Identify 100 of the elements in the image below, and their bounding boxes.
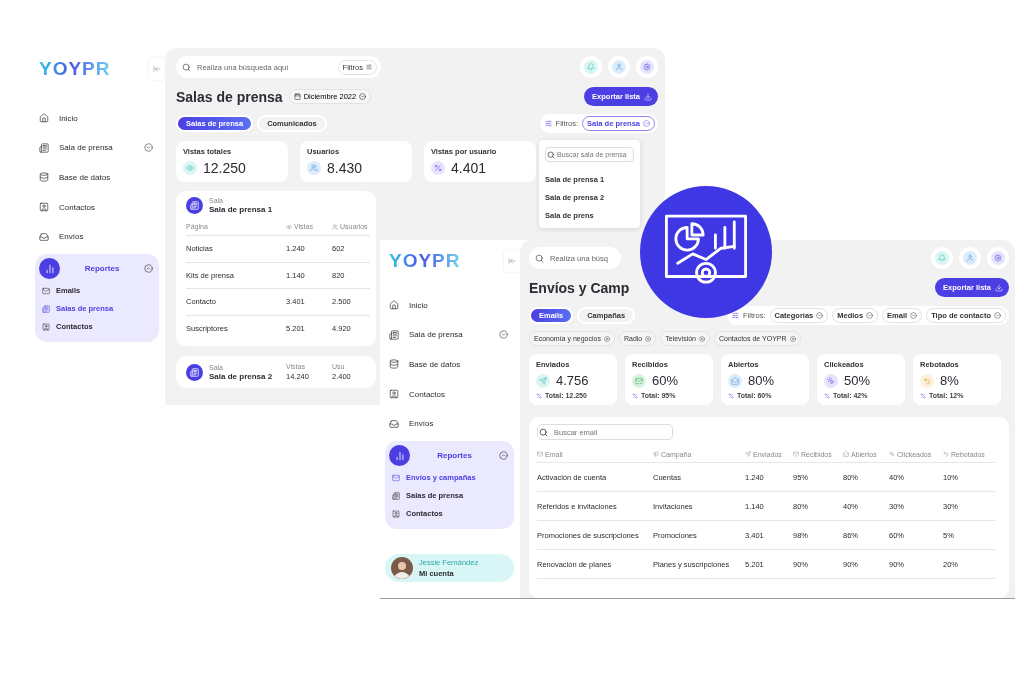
percent-icon bbox=[920, 392, 926, 399]
stat-value: 4.401 bbox=[451, 160, 487, 176]
database-icon bbox=[389, 359, 399, 370]
users-icon bbox=[332, 223, 338, 230]
chevron-icon bbox=[643, 120, 650, 127]
mail-icon bbox=[635, 376, 643, 385]
stat-value: 8.430 bbox=[327, 160, 363, 176]
percent-icon bbox=[824, 392, 830, 399]
reply-icon bbox=[943, 451, 949, 457]
newspaper-icon bbox=[186, 363, 203, 381]
chevron-icon bbox=[816, 312, 824, 319]
users-icon bbox=[310, 164, 318, 172]
pointer-icon bbox=[889, 451, 895, 457]
nav-item[interactable]: Sala de prensa bbox=[39, 138, 159, 158]
user-icon bbox=[966, 254, 974, 262]
sliders-icon bbox=[544, 120, 552, 127]
chevron-icon bbox=[359, 93, 367, 100]
room-name: Sala de prensa 2 bbox=[209, 371, 273, 381]
percent-icon bbox=[728, 392, 734, 399]
nav-item[interactable]: Inicio bbox=[39, 109, 159, 128]
bell-icon bbox=[938, 254, 946, 262]
contact-icon bbox=[392, 509, 400, 518]
inbox-icon bbox=[389, 418, 399, 429]
collapse-icon bbox=[153, 65, 161, 73]
collapse-icon bbox=[508, 257, 516, 265]
sliders-icon bbox=[732, 312, 739, 319]
contact-icon bbox=[389, 389, 399, 400]
settings-button[interactable] bbox=[636, 56, 658, 78]
remove-icon bbox=[699, 335, 705, 342]
chevron-icon bbox=[866, 312, 874, 319]
collapse-button[interactable] bbox=[149, 58, 165, 80]
contact-icon bbox=[42, 322, 50, 331]
nav-item[interactable]: Inicio bbox=[389, 296, 514, 315]
notifications-button[interactable] bbox=[931, 247, 953, 269]
chevron-icon bbox=[994, 312, 1001, 319]
eye-icon bbox=[186, 164, 194, 172]
stat-value: 60% bbox=[652, 373, 679, 388]
sliders-icon bbox=[366, 64, 372, 70]
download-icon bbox=[995, 283, 1003, 292]
search-icon bbox=[535, 253, 544, 263]
stat-value: 80% bbox=[748, 373, 775, 388]
home-icon bbox=[389, 300, 399, 311]
page-title: Envíos y Camp bbox=[529, 279, 630, 296]
bell-icon bbox=[587, 63, 595, 71]
collapse-button[interactable] bbox=[504, 250, 520, 272]
home-icon bbox=[39, 113, 49, 124]
percent-icon bbox=[434, 164, 442, 172]
remove-icon bbox=[645, 335, 652, 342]
send-icon bbox=[539, 376, 547, 385]
stat-value: 12.250 bbox=[203, 160, 246, 176]
remove-icon bbox=[603, 335, 610, 342]
nav-item[interactable]: Base de datos bbox=[389, 355, 514, 374]
search-icon bbox=[182, 62, 191, 72]
nav-item[interactable]: Sala de prensa bbox=[389, 325, 514, 345]
stat-value: 50% bbox=[844, 373, 871, 388]
megaphone-icon bbox=[653, 451, 659, 457]
percent-icon bbox=[536, 392, 542, 399]
open-mail-icon bbox=[731, 376, 739, 385]
page-title: Salas de prensa bbox=[176, 88, 283, 105]
newspaper-icon bbox=[186, 197, 203, 214]
stat-value: 8% bbox=[940, 373, 959, 388]
avatar bbox=[391, 557, 413, 579]
eye-icon bbox=[286, 223, 292, 230]
inbox-icon bbox=[39, 231, 49, 242]
reply-icon bbox=[923, 376, 931, 385]
notifications-button[interactable] bbox=[580, 56, 602, 78]
chevron-icon bbox=[910, 312, 918, 319]
settings-button[interactable] bbox=[987, 247, 1009, 269]
stat-value: 4.756 bbox=[556, 373, 589, 388]
contact-icon bbox=[39, 202, 49, 213]
reports-item[interactable]: Reportes bbox=[389, 444, 508, 467]
newspaper-icon bbox=[389, 329, 399, 340]
bar-chart-icon bbox=[389, 445, 410, 467]
send-icon bbox=[745, 451, 751, 457]
mail-icon bbox=[793, 451, 799, 457]
mail-icon bbox=[42, 286, 50, 295]
nav-item[interactable]: Envíos bbox=[39, 227, 159, 246]
database-icon bbox=[39, 172, 49, 183]
nav-item[interactable]: Contactos bbox=[39, 197, 159, 217]
open-mail-icon bbox=[843, 451, 849, 457]
percent-icon bbox=[632, 392, 638, 399]
newspaper-icon bbox=[39, 142, 49, 153]
remove-icon bbox=[789, 335, 796, 342]
newspaper-icon bbox=[42, 304, 50, 313]
mail-icon bbox=[392, 473, 400, 482]
settings-icon bbox=[643, 63, 651, 71]
bar-chart-icon bbox=[39, 258, 60, 280]
room-name: Sala de prensa 1 bbox=[209, 205, 273, 214]
nav-item[interactable]: Base de datos bbox=[39, 168, 159, 187]
pointer-icon bbox=[827, 376, 835, 385]
newspaper-icon bbox=[392, 491, 400, 500]
settings-icon bbox=[994, 254, 1002, 262]
user-icon bbox=[615, 63, 623, 71]
nav-item[interactable]: Envíos bbox=[389, 414, 514, 433]
reports-item[interactable]: Reportes bbox=[39, 257, 153, 280]
calendar-icon bbox=[293, 93, 301, 100]
mail-icon bbox=[537, 451, 543, 457]
profile-button[interactable] bbox=[959, 247, 981, 269]
profile-button[interactable] bbox=[608, 56, 630, 78]
nav-item[interactable]: Contactos bbox=[389, 384, 514, 404]
